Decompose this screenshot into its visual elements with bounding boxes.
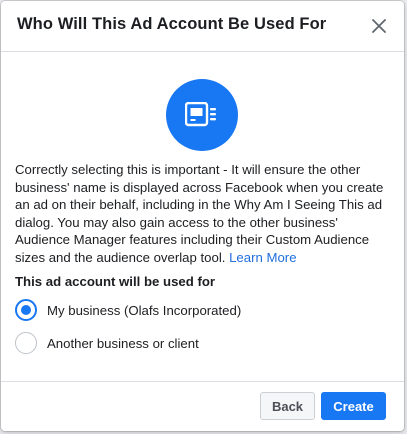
ad-account-dialog: Who Will This Ad Account Be Used For Cor… [1, 1, 404, 431]
radio-another-business[interactable] [15, 332, 37, 354]
create-button[interactable]: Create [321, 392, 386, 420]
option-another-business-label: Another business or client [47, 335, 199, 351]
dialog-title: Who Will This Ad Account Be Used For [17, 15, 327, 33]
dialog-header: Who Will This Ad Account Be Used For [1, 1, 404, 52]
ad-account-icon [166, 79, 238, 151]
description-text: Correctly selecting this is important - … [15, 161, 391, 266]
learn-more-link[interactable]: Learn More [229, 250, 296, 265]
option-another-business[interactable]: Another business or client [15, 329, 199, 357]
description-body: Correctly selecting this is important - … [15, 162, 384, 265]
back-button[interactable]: Back [260, 392, 315, 420]
dialog-footer: Back Create [1, 381, 404, 431]
option-my-business-label: My business (Olafs Incorporated) [47, 302, 242, 318]
radio-my-business[interactable] [15, 299, 37, 321]
option-my-business[interactable]: My business (Olafs Incorporated) [15, 296, 241, 324]
usage-question: This ad account will be used for [15, 274, 216, 289]
close-icon[interactable] [367, 14, 391, 38]
